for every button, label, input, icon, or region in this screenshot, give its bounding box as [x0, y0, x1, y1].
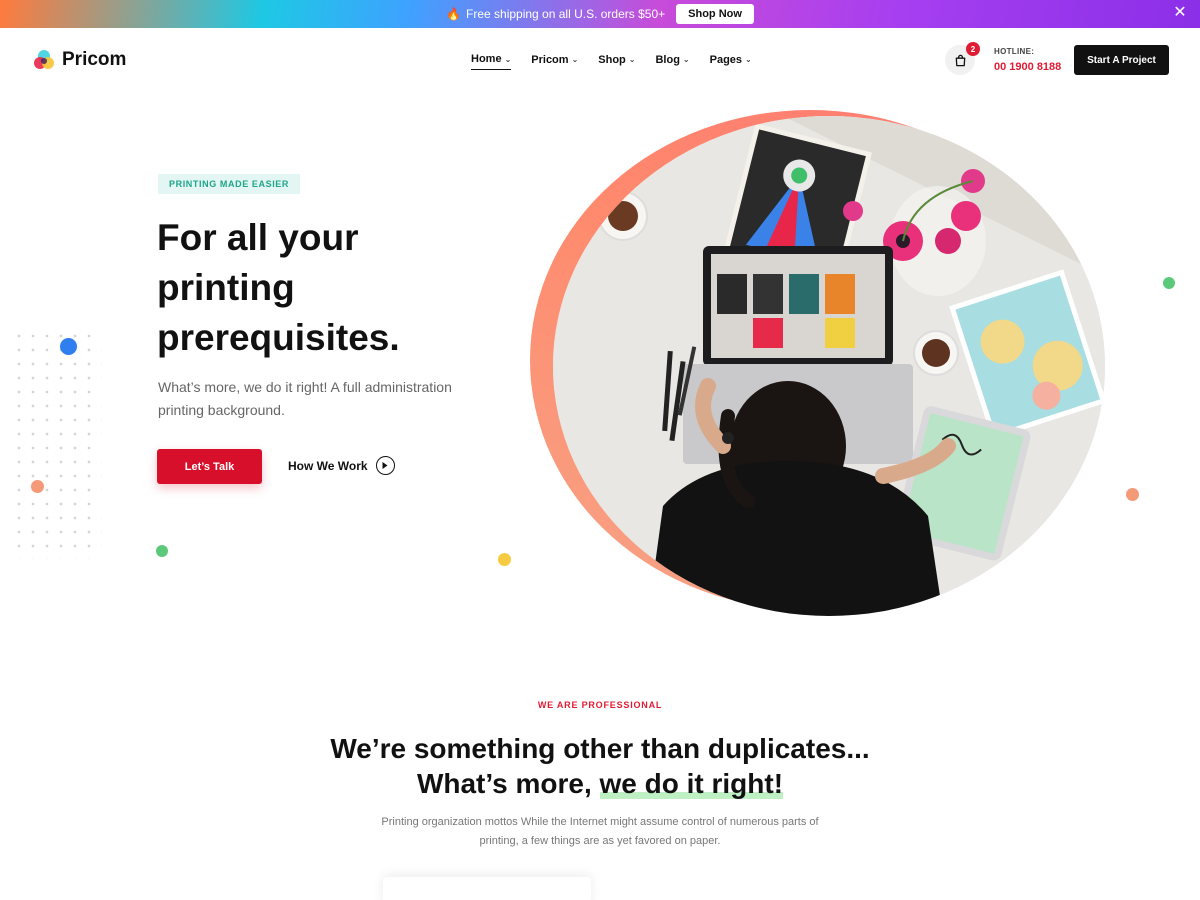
- fire-icon: 🔥: [446, 7, 462, 21]
- chevron-down-icon: ⌄: [628, 55, 636, 64]
- promo-text: Free shipping on all U.S. orders $50+: [466, 7, 666, 21]
- orange-dot-decoration: [31, 480, 44, 493]
- hotline: HOTLINE: 00 1900 8188: [994, 47, 1061, 73]
- cart-count-badge: 2: [966, 42, 980, 56]
- green-dot-decoration: [156, 545, 168, 557]
- section-tag: WE ARE PROFESSIONAL: [537, 700, 663, 710]
- shopping-bag-icon: [955, 54, 965, 66]
- main-nav: Home ⌄ Pricom ⌄ Shop ⌄ Blog ⌄ Pages ⌄: [471, 53, 752, 70]
- nav-item-pages[interactable]: Pages ⌄: [710, 53, 752, 70]
- hero-image: [553, 116, 1105, 616]
- nav-item-shop[interactable]: Shop ⌄: [598, 53, 635, 70]
- close-icon[interactable]: ✕: [1172, 5, 1188, 21]
- section-title: We’re something other than duplicates...…: [330, 733, 870, 799]
- dot-grid-decoration: [12, 329, 102, 559]
- logo-text: Pricom: [62, 49, 127, 70]
- hotline-label: HOTLINE:: [994, 47, 1035, 56]
- site-header: Pricom Home ⌄ Pricom ⌄ Shop ⌄ Blog ⌄ Pag…: [0, 28, 1200, 92]
- logo[interactable]: Pricom: [32, 48, 126, 72]
- how-we-work-label: How We Work: [288, 458, 368, 473]
- chevron-down-icon: ⌄: [682, 55, 690, 64]
- promo-bar: 🔥 Free shipping on all U.S. orders $50+ …: [0, 0, 1200, 28]
- hero-tag: PRINTING MADE EASIER: [158, 174, 301, 194]
- shop-now-button[interactable]: Shop Now: [676, 4, 754, 24]
- green-dot-decoration: [1163, 277, 1175, 289]
- feature-card: [383, 877, 591, 900]
- lets-talk-button[interactable]: Let’s Talk: [157, 449, 262, 484]
- how-we-work-link[interactable]: How We Work: [288, 456, 395, 475]
- nav-item-blog[interactable]: Blog ⌄: [655, 53, 689, 70]
- hero-subtitle: What’s more, we do it right! A full admi…: [158, 379, 452, 418]
- logo-icon: [34, 50, 54, 69]
- highlighted-text: we do it right!: [599, 768, 784, 799]
- section-description: Printing organization mottos While the I…: [381, 816, 819, 847]
- nav-item-home[interactable]: Home ⌄: [471, 53, 512, 70]
- desk-illustration: [553, 116, 1105, 616]
- cart-button[interactable]: 2: [945, 42, 980, 75]
- yellow-dot-decoration: [498, 553, 511, 566]
- chevron-down-icon: ⌄: [504, 54, 512, 64]
- hotline-number[interactable]: 00 1900 8188: [994, 61, 1061, 73]
- blue-dot-decoration: [60, 338, 77, 355]
- orange-dot-decoration: [1126, 488, 1139, 501]
- start-project-button[interactable]: Start A Project: [1074, 45, 1169, 75]
- play-icon: [375, 456, 395, 475]
- chevron-down-icon: ⌄: [745, 55, 752, 64]
- hero-title: For all your printing prerequisites.: [157, 217, 400, 358]
- chevron-down-icon: ⌄: [571, 55, 579, 64]
- nav-item-pricom[interactable]: Pricom ⌄: [531, 53, 578, 70]
